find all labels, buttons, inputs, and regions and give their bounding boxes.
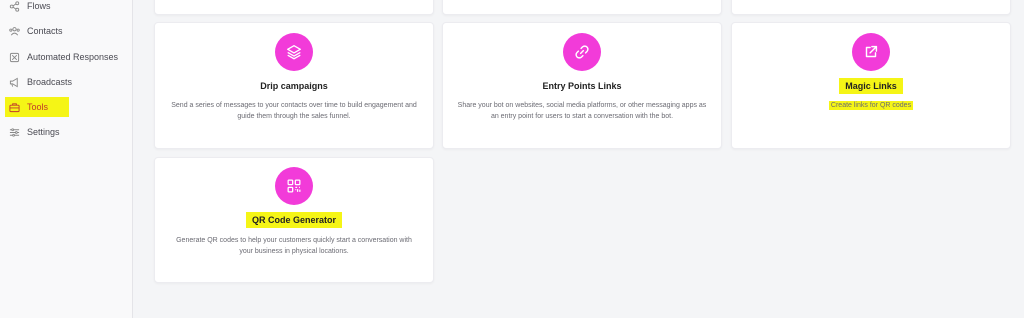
card-partial-1[interactable] [154, 0, 434, 15]
card-magic-links[interactable]: Magic Links Create links for QR codes [731, 22, 1011, 149]
sliders-icon [8, 126, 20, 138]
sidebar-item-label: Contacts [27, 26, 63, 36]
toolbox-icon [8, 101, 20, 113]
card-description: Create links for QR codes [828, 101, 914, 110]
sidebar-item-automated-responses[interactable]: Automated Responses [5, 47, 124, 67]
layers-icon [275, 33, 313, 71]
card-description: Send a series of messages to your contac… [171, 102, 417, 120]
sidebar-item-settings[interactable]: Settings [5, 122, 66, 142]
sidebar-item-label: Automated Responses [27, 52, 119, 62]
card-description: Generate QR codes to help your customers… [176, 237, 412, 255]
card-title: QR Code Generator [155, 212, 433, 228]
qr-code-icon [275, 167, 313, 205]
card-drip-campaigns[interactable]: Drip campaigns Send a series of messages… [154, 22, 434, 149]
tools-grid: Drip campaigns Send a series of messages… [134, 0, 1024, 318]
card-partial-3[interactable] [731, 0, 1011, 15]
automated-responses-icon [8, 51, 20, 63]
sidebar-item-contacts[interactable]: Contacts [5, 21, 69, 41]
sidebar-item-broadcasts[interactable]: Broadcasts [5, 72, 78, 92]
flows-icon [8, 0, 20, 12]
sidebar-item-label: Broadcasts [27, 77, 73, 87]
card-title: Magic Links [732, 78, 1010, 94]
external-link-icon [852, 33, 890, 71]
sidebar-item-label: Tools [27, 102, 49, 112]
card-qr-code-generator[interactable]: QR Code Generator Generate QR codes to h… [154, 157, 434, 283]
card-title: Drip campaigns [260, 81, 328, 91]
card-entry-points-links[interactable]: Entry Points Links Share your bot on web… [442, 22, 722, 149]
sidebar-item-label: Flows [27, 1, 51, 11]
contacts-icon [8, 25, 20, 37]
sidebar-item-tools[interactable]: Tools [5, 97, 69, 117]
card-description: Share your bot on websites, social media… [457, 102, 707, 120]
card-title: Entry Points Links [542, 81, 622, 91]
card-partial-2[interactable] [442, 0, 722, 15]
sidebar-item-label: Settings [27, 127, 60, 137]
link-icon [563, 33, 601, 71]
sidebar-item-flows[interactable]: Flows [5, 0, 57, 16]
sidebar: Flows Contacts Automated Responses Broad… [0, 0, 133, 318]
megaphone-icon [8, 76, 20, 88]
